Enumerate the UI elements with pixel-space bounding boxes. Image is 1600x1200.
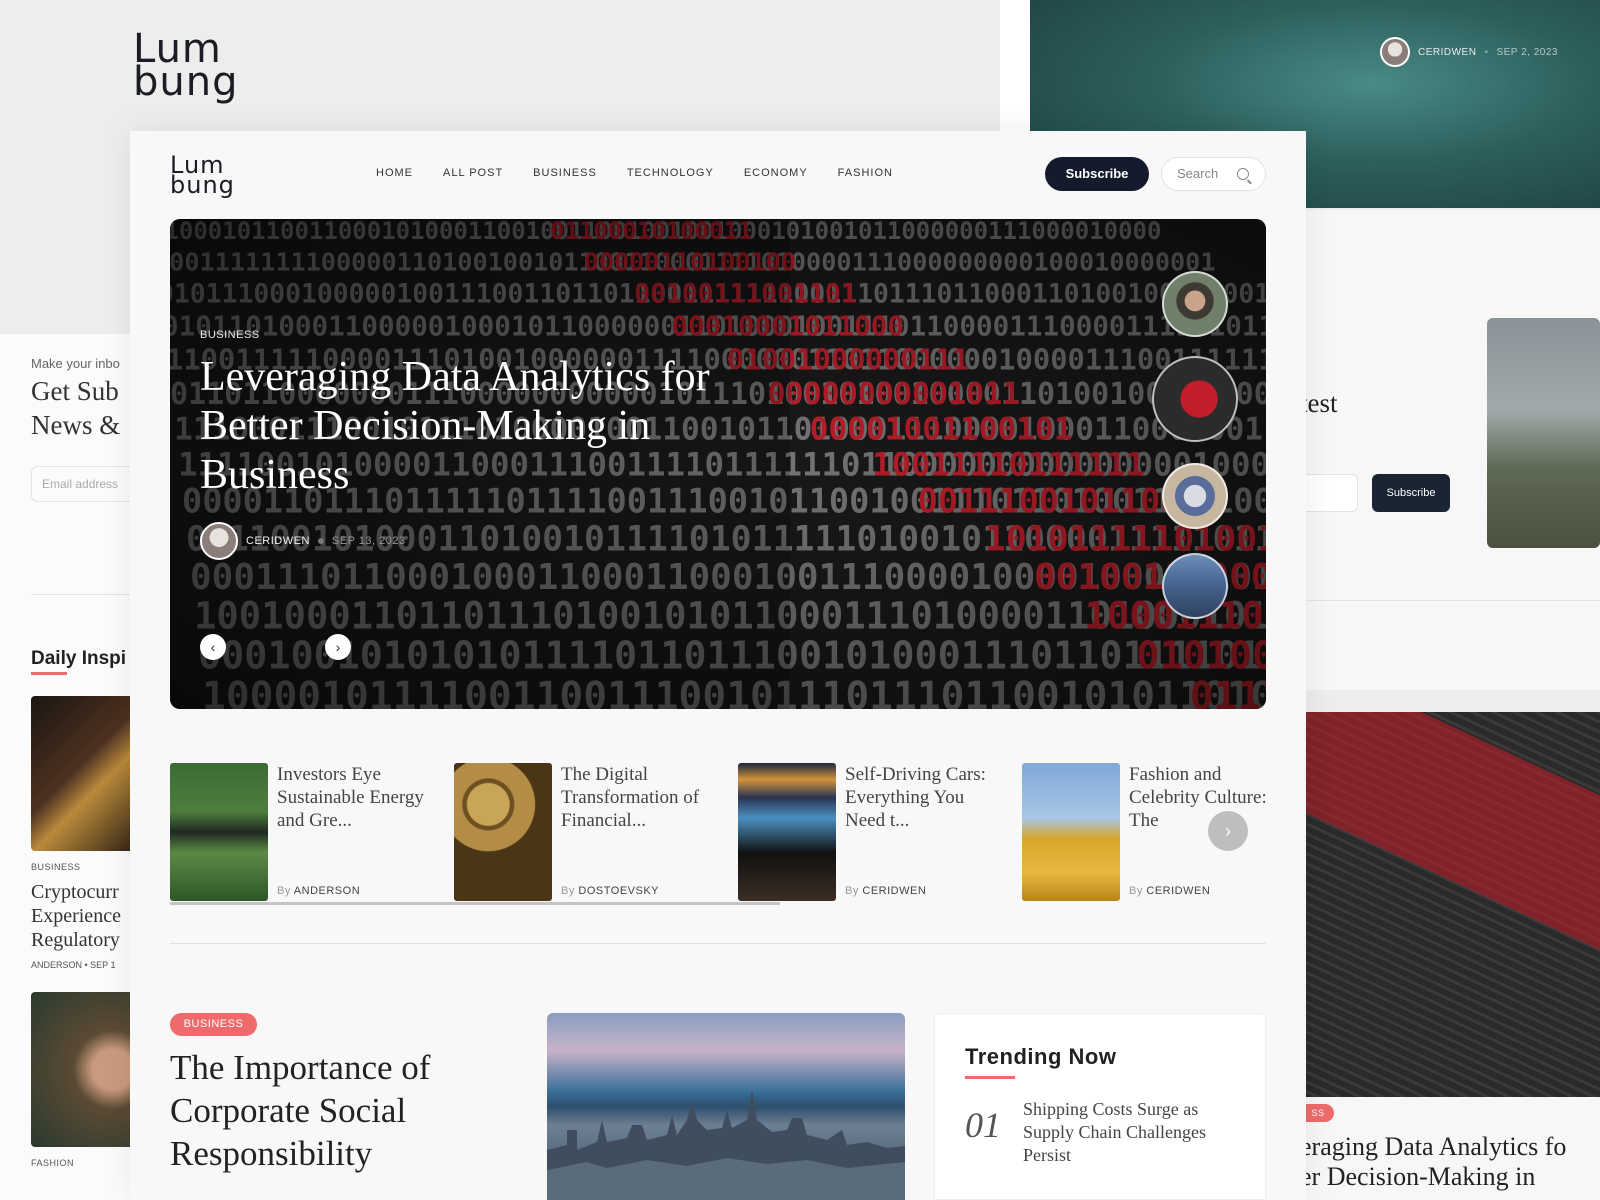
- trending-heading: Trending Now: [965, 1044, 1117, 1069]
- list-item[interactable]: Self-Driving Cars: Everything You Need t…: [738, 763, 998, 901]
- author-name: CERIDWEN: [1418, 46, 1477, 58]
- article-image[interactable]: [170, 763, 268, 901]
- separator-dot: [317, 538, 324, 544]
- post-date: SEP 13, 2023: [331, 535, 406, 547]
- hero-title[interactable]: Leveraging Data Analytics for Better Dec…: [200, 353, 780, 500]
- category-tag[interactable]: BUSINESS: [170, 1013, 257, 1036]
- category-label[interactable]: FASHION: [31, 1158, 74, 1168]
- slider-scrollbar[interactable]: [170, 902, 780, 905]
- post-meta: CERIDWEN • SEP 2, 2023: [1380, 37, 1558, 67]
- next-arrow-icon[interactable]: ›: [325, 634, 351, 660]
- subscribe-button[interactable]: Subscribe: [1372, 474, 1450, 512]
- article-title[interactable]: eraging Data Analytics fo er Decision-Ma…: [1300, 1132, 1600, 1192]
- article-slider: Investors Eye Sustainable Energy and Gre…: [170, 763, 1267, 905]
- menu-item-fashion[interactable]: FASHION: [838, 167, 893, 179]
- divider: [31, 594, 140, 595]
- article-image[interactable]: [31, 992, 140, 1147]
- post-date: SEP 2, 2023: [1496, 46, 1558, 58]
- subscribe-button[interactable]: Subscribe: [1045, 157, 1149, 191]
- hero-meta: CERIDWEN SEP 13, 2023: [200, 522, 406, 560]
- newsletter-title: Get Sub News &: [31, 376, 121, 440]
- prev-arrow-icon[interactable]: ‹: [200, 634, 226, 660]
- main-menu: HOME ALL POST BUSINESS TECHNOLOGY ECONOM…: [376, 167, 893, 179]
- slide-thumbnail-active[interactable]: [1152, 356, 1238, 442]
- featured-image[interactable]: [547, 1013, 905, 1200]
- divider: [1300, 600, 1600, 601]
- slide-thumbnail[interactable]: [1162, 553, 1228, 619]
- menu-item-home[interactable]: HOME: [376, 167, 413, 179]
- top-nav: Lum bung HOME ALL POST BUSINESS TECHNOLO…: [170, 131, 1266, 217]
- article-image[interactable]: [1022, 763, 1120, 901]
- article-image[interactable]: [31, 696, 140, 851]
- trending-title[interactable]: Shipping Costs Surge as Supply Chain Cha…: [1023, 1098, 1253, 1167]
- main-page-card: Lum bung HOME ALL POST BUSINESS TECHNOLO…: [130, 131, 1306, 1200]
- article-image[interactable]: [454, 763, 552, 901]
- article-author: By DOSTOEVSKY: [561, 885, 660, 897]
- menu-item-business[interactable]: BUSINESS: [533, 167, 597, 179]
- avatar: [1380, 37, 1410, 67]
- featured-title[interactable]: The Importance of Corporate Social Respo…: [170, 1046, 510, 1175]
- avatar: [200, 522, 238, 560]
- list-item[interactable]: Investors Eye Sustainable Energy and Gre…: [170, 763, 430, 901]
- email-field[interactable]: [1300, 474, 1358, 512]
- menu-item-economy[interactable]: ECONOMY: [744, 167, 808, 179]
- section-underline: [31, 672, 67, 675]
- background-card-bottom: SS eraging Data Analytics fo er Decision…: [1300, 712, 1600, 1200]
- list-item[interactable]: The Digital Transformation of Financial.…: [454, 763, 714, 901]
- header-logo[interactable]: Lum bung: [170, 153, 235, 196]
- article-image: [1487, 318, 1600, 548]
- category-label[interactable]: BUSINESS: [31, 862, 81, 872]
- slide-thumbnail[interactable]: [1162, 463, 1228, 529]
- article-title[interactable]: The Digital Transformation of Financial.…: [561, 763, 721, 832]
- divider: [170, 943, 1266, 944]
- article-author: By CERIDWEN: [1129, 885, 1211, 897]
- hero-slider[interactable]: 0100010110011000101000110010011001001001…: [170, 219, 1266, 709]
- article-image: [1300, 712, 1600, 1097]
- hero-category[interactable]: BUSINESS: [200, 329, 260, 341]
- article-author: By ANDERSON: [277, 885, 361, 897]
- trending-panel: Trending Now 01 Shipping Costs Surge as …: [934, 1013, 1266, 1200]
- section-title: Daily Inspi: [31, 648, 127, 669]
- brand-logo[interactable]: Lum bung: [133, 29, 238, 102]
- trending-number: 01: [965, 1105, 1001, 1145]
- article-title[interactable]: Self-Driving Cars: Everything You Need t…: [845, 763, 1005, 832]
- search-input[interactable]: Search: [1161, 157, 1266, 191]
- post-meta: ANDERSON • SEP 1: [31, 960, 116, 970]
- background-card-right: test Subscribe: [1300, 210, 1600, 690]
- section-underline: [965, 1076, 1015, 1079]
- background-card-left: Make your inbo Get Sub News & Email addr…: [0, 334, 140, 1200]
- article-author: By CERIDWEN: [845, 885, 927, 897]
- article-title[interactable]: Investors Eye Sustainable Energy and Gre…: [277, 763, 437, 832]
- article-title[interactable]: Cryptocurr Experience Regulatory: [31, 880, 121, 952]
- menu-item-all-post[interactable]: ALL POST: [443, 167, 503, 179]
- search-placeholder: Search: [1177, 166, 1219, 181]
- next-arrow-icon[interactable]: ›: [1208, 811, 1248, 851]
- email-input[interactable]: Email address: [31, 466, 140, 502]
- search-icon[interactable]: [1237, 168, 1249, 180]
- city-skyline: [547, 1090, 905, 1200]
- newsletter-pretitle: Make your inbo: [31, 356, 120, 371]
- author-name[interactable]: CERIDWEN: [246, 535, 310, 547]
- menu-item-technology[interactable]: TECHNOLOGY: [627, 167, 714, 179]
- slide-thumbnail[interactable]: [1162, 271, 1228, 337]
- article-image[interactable]: [738, 763, 836, 901]
